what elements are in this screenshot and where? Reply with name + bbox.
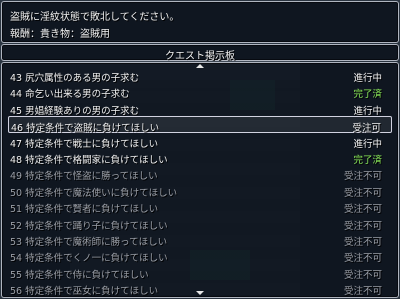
quest-reward-text: 報酬：貴き物：盗賊用 — [10, 29, 110, 40]
quest-title: 44 命乞い出来る男の子求む — [10, 89, 130, 101]
quest-status: 進行中 — [353, 138, 382, 150]
quest-title: 43 尻穴属性のある男の子求む — [10, 73, 140, 84]
quest-status: 進行中 — [353, 73, 382, 84]
quest-title: 48 特定条件で格闘家に負けてほしい — [10, 155, 168, 166]
quest-row[interactable]: 53 特定条件で魔術師に勝ってほしい 受注不可 — [8, 231, 392, 248]
scroll-up-arrow-icon[interactable] — [196, 64, 204, 68]
quest-description-text: 盗賊に淫紋状態で敗北してください。 — [10, 12, 180, 23]
quest-row[interactable]: 43 尻穴属性のある男の子求む 進行中 — [8, 67, 392, 84]
quest-row[interactable]: 46 特定条件で盗賊に負けてほしい 受注可 — [8, 116, 392, 134]
quest-status: 受注不可 — [343, 237, 382, 248]
quest-row[interactable]: 51 特定条件で賢者に負けてほしい 受注不可 — [8, 198, 392, 215]
quest-title: 51 特定条件で賢者に負けてほしい — [10, 204, 159, 216]
quest-list-window[interactable]: 43 尻穴属性のある男の子求む 進行中 44 命乞い出来る男の子求む 完了済 45 男娼… — [1, 62, 399, 298]
quest-row[interactable]: 47 特定条件で戦士に負けてほしい 進行中 — [8, 133, 392, 150]
quest-status: 受注不可 — [343, 253, 382, 265]
quest-title: 55 特定条件で侍に負けてほしい — [10, 269, 149, 281]
quest-row[interactable]: 44 命乞い出来る男の子求む 完了済 — [8, 83, 392, 100]
quest-status: 受注不可 — [343, 187, 382, 199]
quest-title: 56 特定条件で巫女に負けてほしい — [10, 286, 159, 298]
quest-title: 49 特定条件で怪盗に勝ってほしい — [10, 171, 158, 183]
quest-row[interactable]: 52 特定条件で踊り子に負けてほしい 受注不可 — [8, 215, 392, 232]
quest-status: 受注不可 — [343, 220, 382, 232]
quest-status: 受注不可 — [343, 269, 382, 281]
quest-status: 進行中 — [353, 105, 382, 117]
quest-description-window: 盗賊に淫紋状態で敗北してください。 報酬：貴き物：盗賊用 — [1, 1, 399, 43]
quest-row[interactable]: 55 特定条件で侍に負けてほしい 受注不可 — [8, 264, 392, 281]
quest-status: 完了済 — [353, 155, 382, 166]
quest-status: 受注不可 — [343, 286, 382, 298]
quest-title: 53 特定条件で魔術師に勝ってほしい — [10, 237, 168, 248]
quest-title: 54 特定条件でくノ一に負けてほしい — [10, 253, 168, 265]
quest-title: 52 特定条件で踊り子に負けてほしい — [10, 220, 168, 232]
quest-status: 完了済 — [353, 89, 382, 101]
quest-status: 受注不可 — [343, 204, 382, 216]
quest-row[interactable]: 45 男娼経験ありの男の子求む 進行中 — [8, 100, 392, 117]
quest-status: 受注不可 — [343, 171, 382, 183]
quest-title: 45 男娼経験ありの男の子求む — [10, 105, 140, 117]
quest-title: 47 特定条件で戦士に負けてほしい — [10, 138, 159, 150]
quest-board-header: クエスト掲示板 — [1, 44, 399, 62]
quest-row[interactable]: 50 特定条件で魔法使いに負けてほしい 受注不可 — [8, 182, 392, 199]
quest-board-title: クエスト掲示板 — [165, 51, 235, 62]
quest-row[interactable]: 48 特定条件で格闘家に負けてほしい 完了済 — [8, 149, 392, 166]
quest-row[interactable]: 54 特定条件でくノ一に負けてほしい 受注不可 — [8, 247, 392, 264]
scroll-down-arrow-icon[interactable] — [196, 291, 204, 295]
quest-row[interactable]: 49 特定条件で怪盗に勝ってほしい 受注不可 — [8, 165, 392, 182]
quest-title: 50 特定条件で魔法使いに負けてほしい — [10, 187, 178, 199]
